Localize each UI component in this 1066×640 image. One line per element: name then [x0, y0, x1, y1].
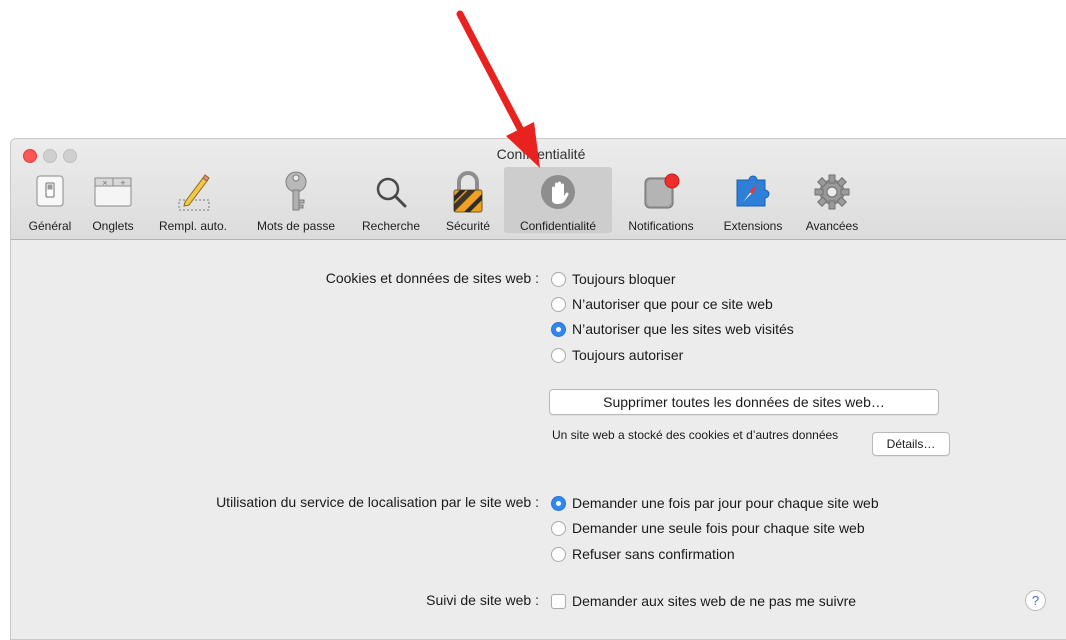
tab-label: Mots de passe — [256, 219, 336, 233]
radio-button[interactable] — [551, 271, 566, 287]
help-button[interactable]: ? — [1025, 590, 1046, 611]
pencil-icon — [169, 170, 217, 214]
tab-advanced[interactable]: Avancées — [797, 167, 867, 233]
tab-label: Rempl. auto. — [158, 219, 228, 233]
tab-security[interactable]: Sécurité — [435, 167, 501, 233]
option-label: Refuser sans confirmation — [572, 546, 735, 562]
tab-onglets[interactable]: × + Onglets — [84, 167, 142, 233]
tab-search[interactable]: Recherche — [353, 167, 429, 233]
tab-general[interactable]: Général — [17, 167, 83, 233]
tracking-label: Suivi de site web : — [426, 592, 539, 608]
puzzle-compass-icon — [729, 170, 777, 214]
location-option-once-only[interactable]: Demander une seule fois pour chaque site… — [551, 520, 865, 536]
tab-label: Confidentialité — [519, 219, 597, 233]
tab-passwords[interactable]: Mots de passe — [244, 167, 348, 233]
location-label: Utilisation du service de localisation p… — [216, 494, 539, 510]
radio-button[interactable] — [551, 296, 566, 312]
cookies-option-always-allow[interactable]: Toujours autoriser — [551, 347, 683, 363]
general-switch-icon — [26, 170, 74, 214]
option-label: N’autoriser que les sites web visités — [572, 321, 794, 337]
tab-label: Avancées — [805, 219, 859, 233]
option-label: Toujours autoriser — [572, 347, 684, 363]
option-label: Demander aux sites web de ne pas me suiv… — [572, 593, 857, 609]
cookies-option-current-site[interactable]: N’autoriser que pour ce site web — [551, 296, 773, 312]
radio-button[interactable] — [551, 546, 566, 562]
tab-label: Sécurité — [445, 219, 491, 233]
notification-badge-icon — [637, 170, 685, 214]
tab-label: Extensions — [723, 219, 783, 233]
tab-notifications[interactable]: Notifications — [615, 167, 707, 233]
location-option-deny[interactable]: Refuser sans confirmation — [551, 546, 735, 562]
radio-button-selected[interactable] — [551, 321, 566, 337]
tab-label: Général — [28, 219, 72, 233]
remove-website-data-button[interactable]: Supprimer toutes les données de sites we… — [549, 389, 939, 415]
tab-label: Notifications — [628, 219, 694, 233]
tab-extensions[interactable]: Extensions — [711, 167, 795, 233]
preferences-window: Confidentialité Général × + Onglets Rempl… — [10, 138, 1066, 640]
hand-icon — [534, 170, 582, 214]
location-option-once-per-day[interactable]: Demander une fois par jour pour chaque s… — [551, 495, 879, 511]
key-icon — [272, 170, 320, 214]
tab-autofill[interactable]: Rempl. auto. — [148, 167, 238, 233]
details-button[interactable]: Détails… — [872, 432, 950, 456]
tab-label: Onglets — [92, 219, 134, 233]
tab-label: Recherche — [361, 219, 421, 233]
padlock-icon — [444, 170, 492, 214]
option-label: Demander une seule fois pour chaque site… — [572, 520, 865, 536]
gear-icon — [808, 170, 856, 214]
stored-data-info: Un site web a stocké des cookies et d’au… — [552, 428, 839, 442]
titlebar: Confidentialité Général × + Onglets Rempl… — [11, 139, 1066, 240]
do-not-track-option[interactable]: Demander aux sites web de ne pas me suiv… — [551, 593, 856, 609]
svg-text:+: + — [120, 179, 126, 187]
window-title: Confidentialité — [496, 146, 586, 162]
radio-button-selected[interactable] — [551, 495, 566, 511]
radio-button[interactable] — [551, 520, 566, 536]
cookies-label: Cookies et données de sites web : — [325, 270, 539, 286]
option-label: Toujours bloquer — [572, 271, 676, 287]
tab-privacy[interactable]: Confidentialité — [504, 167, 612, 233]
privacy-pane: Cookies et données de sites web : Toujou… — [11, 240, 1066, 639]
do-not-track-checkbox[interactable] — [551, 593, 566, 609]
svg-text:×: × — [102, 179, 108, 187]
option-label: N’autoriser que pour ce site web — [572, 296, 773, 312]
tabs-icon: × + — [89, 170, 137, 214]
radio-button[interactable] — [551, 347, 566, 363]
option-label: Demander une fois par jour pour chaque s… — [572, 495, 879, 511]
magnifier-icon — [367, 170, 415, 214]
cookies-option-visited-sites[interactable]: N’autoriser que les sites web visités — [551, 321, 794, 337]
cookies-option-always-block[interactable]: Toujours bloquer — [551, 271, 676, 287]
